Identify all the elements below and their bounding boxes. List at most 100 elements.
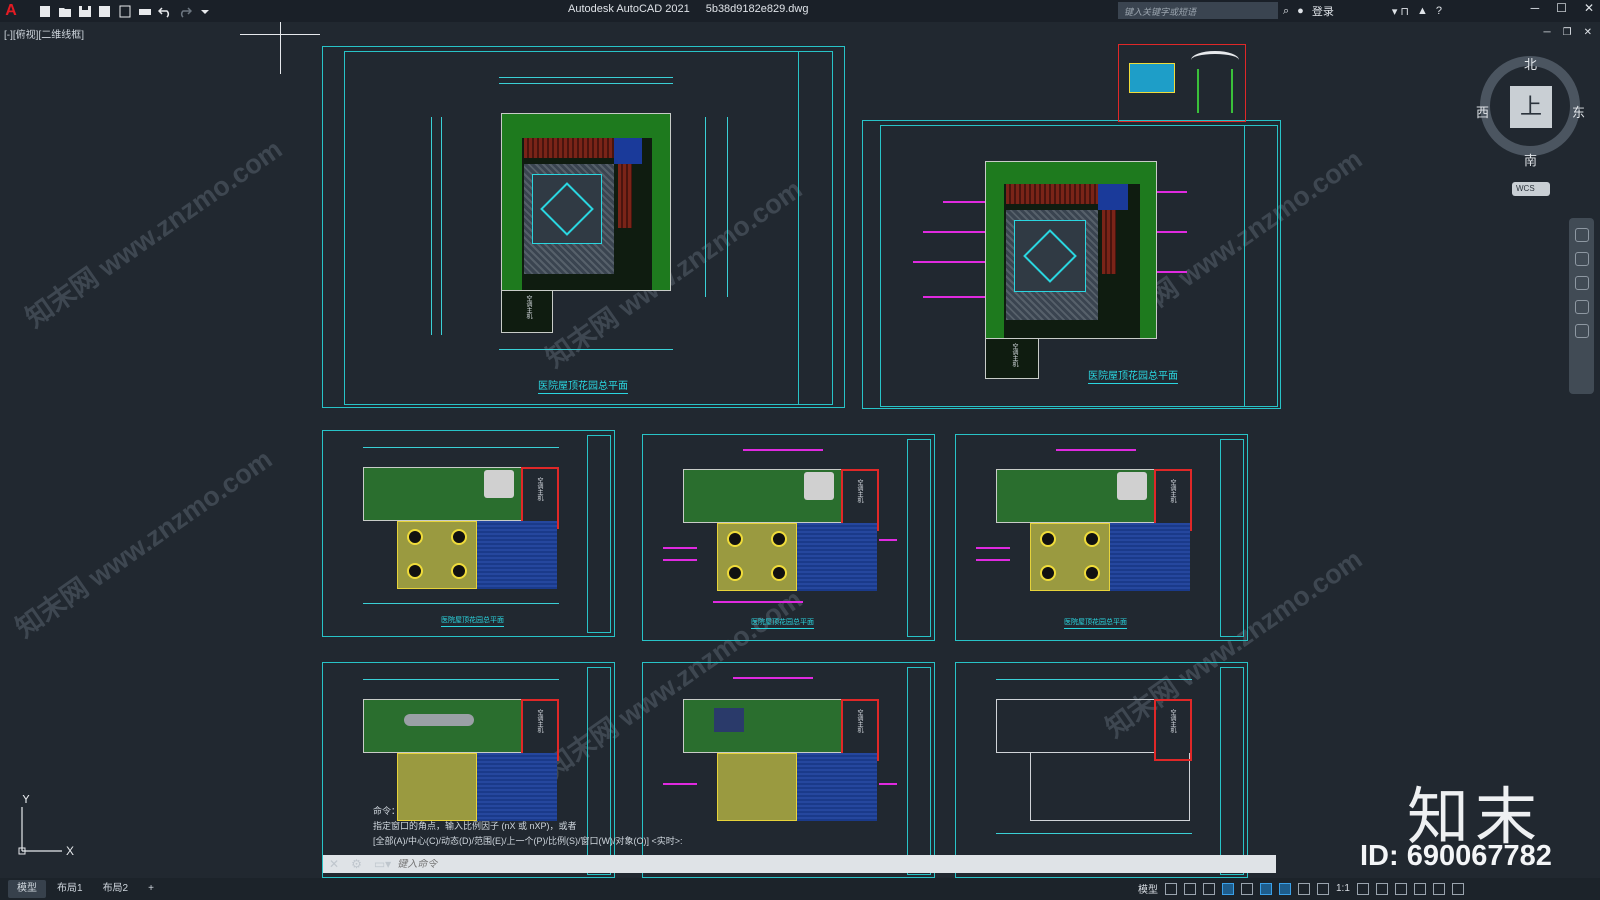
clean-screen-icon[interactable] xyxy=(1432,882,1445,895)
tab-layout2[interactable]: 布局2 xyxy=(94,880,138,898)
annotation-scale-dropdown[interactable]: 1:1 xyxy=(1336,883,1350,894)
tab-layout1[interactable]: 布局1 xyxy=(48,880,92,898)
titlebar-tools: ⌕ ● 登录 ▾ ⊓ ▲ ? xyxy=(1283,3,1442,19)
dimension-line xyxy=(996,679,1192,680)
annotation-leader xyxy=(1157,271,1187,273)
zoom-icon[interactable] xyxy=(1574,276,1589,290)
drawing-sheet-5[interactable]: 空调主机 医院屋顶花园总平面 xyxy=(955,434,1248,641)
customize-toolbar-icon[interactable] xyxy=(196,3,213,19)
command-line-close-icon[interactable]: ✕ xyxy=(329,857,339,871)
annotation-visibility-icon[interactable] xyxy=(1298,882,1310,895)
close-icon[interactable]: ✕ xyxy=(1584,1,1594,15)
autoscale-icon[interactable] xyxy=(1317,882,1329,895)
snap-icon[interactable] xyxy=(1184,882,1196,895)
garden-plan xyxy=(985,161,1157,339)
save-as-icon[interactable] xyxy=(96,3,113,19)
isometric-icon[interactable] xyxy=(1241,882,1253,895)
open-folder-icon[interactable] xyxy=(56,3,73,19)
equipment-label: 空调主机 xyxy=(536,709,542,733)
login-button[interactable]: 登录 xyxy=(1312,3,1334,19)
quick-access-toolbar xyxy=(36,3,213,19)
drawing-canvas[interactable]: [-][俯视][二维线框] ─ ❐ ✕ 知末网 www.znzmo.com 知末… xyxy=(0,22,1600,878)
ortho-icon[interactable] xyxy=(1203,882,1215,895)
tab-model[interactable]: 模型 xyxy=(8,880,46,898)
orbit-icon[interactable] xyxy=(1574,300,1589,314)
drawing-sheet-2[interactable]: 空调主机 医院屋顶花园总平面 xyxy=(862,120,1281,409)
drawing-sheet-8[interactable]: 空调主机 xyxy=(955,662,1248,878)
redo-icon[interactable] xyxy=(176,3,193,19)
autocad-logo-icon[interactable]: A xyxy=(0,0,22,22)
workspace-gear-icon[interactable] xyxy=(1356,882,1369,895)
isolate-objects-icon[interactable] xyxy=(1394,882,1407,895)
garden-plan-extension: 空调主机 xyxy=(501,291,553,333)
command-input[interactable] xyxy=(397,858,1198,870)
polar-tracking-icon[interactable] xyxy=(1222,882,1234,895)
recent-commands-icon[interactable]: ▭▾ xyxy=(374,857,391,871)
user-icon[interactable]: ● xyxy=(1297,5,1304,17)
add-layout-icon[interactable]: + xyxy=(139,880,163,898)
viewcube-top-face[interactable]: 上 xyxy=(1510,86,1552,128)
compass-south[interactable]: 南 xyxy=(1524,150,1537,169)
command-line-settings-icon[interactable]: ⚙ xyxy=(351,857,362,871)
maximize-icon[interactable]: ☐ xyxy=(1556,1,1567,15)
water-feature xyxy=(797,523,877,591)
title-bar: A Autodesk AutoCAD 2021 5b38d9182e829.dwg… xyxy=(0,0,1600,22)
annotation-leader xyxy=(1157,231,1187,233)
annotation-leader xyxy=(663,559,697,561)
title-block xyxy=(587,435,611,633)
watermark-text: 知末网 www.znzmo.com xyxy=(10,443,278,644)
base-outline xyxy=(1030,753,1190,821)
cart-icon[interactable]: ▾ ⊓ xyxy=(1392,5,1409,18)
search-icon[interactable]: ⌕ xyxy=(1283,5,1289,18)
window-title: Autodesk AutoCAD 2021 5b38d9182e829.dwg xyxy=(568,3,809,15)
drawing-sheet-4[interactable]: 空调主机 医院屋顶花园总平面 xyxy=(642,434,935,641)
compass-north[interactable]: 北 xyxy=(1524,54,1537,73)
pan-icon[interactable] xyxy=(1574,252,1589,266)
search-input[interactable]: 键入关键字或短语 xyxy=(1118,2,1278,19)
model-space-button[interactable]: 模型 xyxy=(1138,881,1158,896)
drawing-title: 医院屋顶花园总平面 xyxy=(1064,617,1127,629)
annotation-leader xyxy=(713,601,803,603)
undo-icon[interactable] xyxy=(156,3,173,19)
plot-icon[interactable] xyxy=(136,3,153,19)
drawing-minimize-icon[interactable]: ─ xyxy=(1544,27,1551,38)
dimension-line xyxy=(431,117,432,335)
steering-wheel-icon[interactable] xyxy=(1574,228,1589,242)
publish-icon[interactable] xyxy=(116,3,133,19)
a360-icon[interactable]: ▲ xyxy=(1417,5,1428,17)
equipment-label: 空调主机 xyxy=(856,709,862,733)
annotation-leader xyxy=(1157,191,1187,193)
new-file-icon[interactable] xyxy=(36,3,53,19)
object-snap-tracking-icon[interactable] xyxy=(1260,882,1272,895)
equipment-label: 空调主机 xyxy=(1169,709,1175,733)
title-block xyxy=(907,667,931,875)
save-icon[interactable] xyxy=(76,3,93,19)
pavilion-elevation-thumbnail[interactable] xyxy=(1118,44,1246,122)
garden-plan xyxy=(363,699,523,753)
showmotion-icon[interactable] xyxy=(1574,324,1589,338)
equipment-label: 空调主机 xyxy=(856,479,862,503)
compass-west[interactable]: 西 xyxy=(1476,102,1489,121)
command-line: ✕ ⚙ ▭▾ xyxy=(323,855,1276,873)
object-snap-icon[interactable] xyxy=(1279,882,1291,895)
drawing-sheet-7[interactable]: 空调主机 xyxy=(642,662,935,878)
help-icon[interactable]: ? xyxy=(1436,5,1442,17)
svg-text:X: X xyxy=(66,844,74,855)
command-history-label: 命令： xyxy=(373,806,401,816)
minimize-icon[interactable]: ─ xyxy=(1531,1,1540,15)
compass-east[interactable]: 东 xyxy=(1572,102,1585,121)
customization-menu-icon[interactable] xyxy=(1451,882,1464,895)
wcs-dropdown[interactable]: WCS xyxy=(1512,182,1550,196)
hardware-acceleration-icon[interactable] xyxy=(1413,882,1426,895)
viewport-label[interactable]: [-][俯视][二维线框] xyxy=(4,26,84,41)
add-icon[interactable] xyxy=(1375,882,1388,895)
drawing-sheet-1[interactable]: 空调主机 医院屋顶花园总平面 xyxy=(322,46,845,408)
autocad-window: A Autodesk AutoCAD 2021 5b38d9182e829.dwg… xyxy=(0,0,1600,900)
garden-plan xyxy=(996,469,1156,523)
drawing-title: 医院屋顶花园总平面 xyxy=(538,377,628,394)
grid-icon[interactable] xyxy=(1165,882,1177,895)
drawing-close-icon[interactable]: ✕ xyxy=(1584,27,1592,38)
drawing-sheet-3[interactable]: 空调主机 医院屋顶花园总平面 xyxy=(322,430,615,637)
drawing-restore-icon[interactable]: ❐ xyxy=(1563,27,1572,38)
resource-id: ID: 690067782 xyxy=(1360,840,1552,872)
